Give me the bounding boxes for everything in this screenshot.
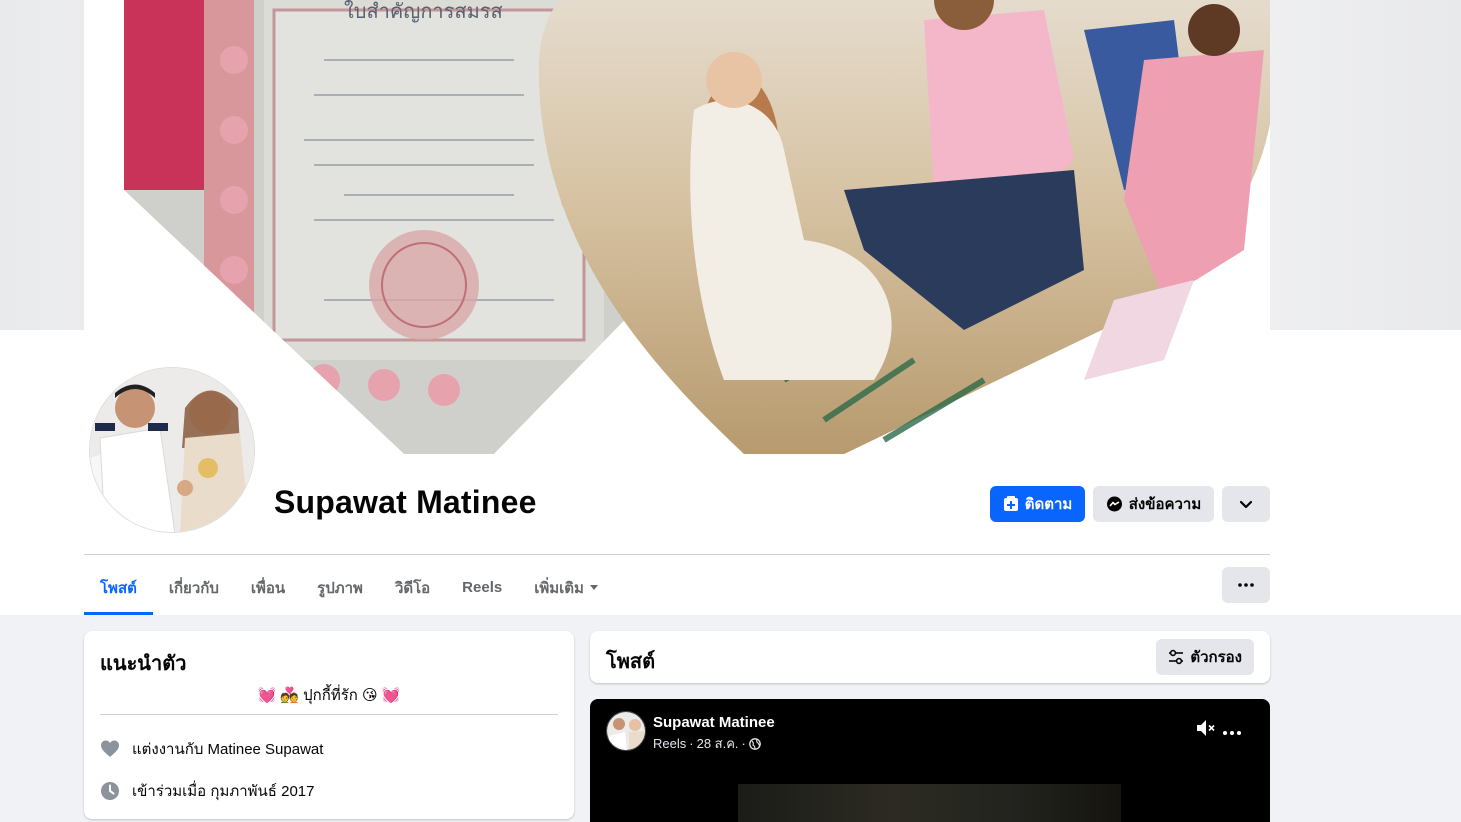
- follow-label: ติดตาม: [1024, 496, 1073, 513]
- posts-title: โพสต์: [606, 651, 656, 673]
- reel-author-name[interactable]: Supawat Matinee: [653, 714, 775, 731]
- follow-button[interactable]: ติดตาม: [990, 486, 1085, 522]
- avatar-photo: [90, 368, 254, 532]
- intro-card: แนะนำตัว 💓 💑 ปุกกี้ที่รัก 😘 💓 แต่งงานกับ…: [84, 631, 574, 819]
- posts-header-card: โพสต์ ตัวกรอง: [590, 631, 1270, 683]
- tab-more-label: เพิ่มเติม: [534, 579, 584, 597]
- more-dots-icon: [1238, 583, 1254, 587]
- filter-button[interactable]: ตัวกรอง: [1156, 639, 1254, 675]
- joined-row: เข้าร่วมเมื่อ กุมภาพันธ์ 2017: [100, 779, 314, 803]
- reel-post[interactable]: Supawat Matinee Reels · 28 ส.ค. ·: [590, 699, 1270, 822]
- tabs-more-options-button[interactable]: [1222, 567, 1270, 603]
- reel-type[interactable]: Reels: [653, 736, 686, 751]
- globe-icon: [749, 737, 761, 750]
- filter-sliders-icon: [1169, 649, 1184, 665]
- tab-about-label: เกี่ยวกับ: [168, 579, 219, 597]
- reel-video-thumbnail[interactable]: [738, 784, 1121, 822]
- mute-button[interactable]: [1195, 718, 1217, 743]
- relationship-prefix: แต่งงานกับ: [132, 741, 204, 758]
- profile-name: Supawat Matinee: [274, 484, 537, 520]
- header-divider: [84, 554, 1270, 555]
- relationship-row: แต่งงานกับ Matinee Supawat: [100, 737, 323, 761]
- intro-bio: 💓 💑 ปุกกี้ที่รัก 😘 💓: [257, 687, 401, 704]
- tab-posts[interactable]: โพสต์: [84, 560, 153, 615]
- heart-icon: [101, 740, 119, 757]
- profile-avatar[interactable]: [86, 364, 258, 536]
- joined-text: เข้าร่วมเมื่อ กุมภาพันธ์ 2017: [132, 783, 315, 800]
- clock-icon: [101, 782, 119, 800]
- cover-photo[interactable]: ใบสำคัญการสมรส: [84, 0, 1270, 454]
- tab-videos-label: วิดีโอ: [394, 579, 431, 597]
- reel-sep-1: ·: [689, 736, 694, 751]
- relationship-partner-link[interactable]: Matinee Supawat: [208, 741, 324, 758]
- intro-divider: [100, 714, 558, 715]
- tab-posts-label: โพสต์: [100, 579, 137, 597]
- tab-reels-label: Reels: [462, 579, 503, 596]
- tab-friends-label: เพื่อน: [250, 579, 286, 597]
- message-label: ส่งข้อความ: [1128, 496, 1202, 513]
- reel-meta: Reels · 28 ส.ค. ·: [653, 733, 761, 754]
- reel-more-options-button[interactable]: [1223, 719, 1241, 740]
- follow-icon: [1003, 496, 1018, 511]
- chevron-down-icon: [1239, 500, 1253, 509]
- filter-label: ตัวกรอง: [1190, 649, 1242, 666]
- tab-photos-label: รูปภาพ: [317, 579, 363, 597]
- intro-title: แนะนำตัว: [100, 653, 187, 675]
- tab-reels[interactable]: Reels: [446, 560, 518, 615]
- tab-photos[interactable]: รูปภาพ: [301, 560, 379, 615]
- reel-avatar-photo: [607, 712, 645, 750]
- caret-down-icon: [589, 585, 598, 590]
- profile-tabs: โพสต์ เกี่ยวกับ เพื่อน รูปภาพ วิดีโอ Ree…: [84, 560, 614, 615]
- reel-date[interactable]: 28 ส.ค.: [697, 733, 739, 754]
- cover-photo-graphic: ใบสำคัญการสมรส: [84, 0, 1270, 454]
- profile-header: ใบสำคัญการสมรส Supawat Matinee ติดตาม ส่…: [0, 0, 1461, 615]
- tab-about[interactable]: เกี่ยวกับ: [153, 560, 235, 615]
- tab-friends[interactable]: เพื่อน: [235, 560, 301, 615]
- profile-options-button[interactable]: [1222, 486, 1270, 522]
- message-button[interactable]: ส่งข้อความ: [1093, 486, 1214, 522]
- reel-sep-2: ·: [741, 736, 746, 751]
- more-dots-icon: [1223, 731, 1241, 735]
- svg-text:ใบสำคัญการสมรส: ใบสำคัญการสมรส: [344, 0, 503, 23]
- reel-author-avatar[interactable]: [606, 711, 646, 751]
- tab-more[interactable]: เพิ่มเติม: [518, 560, 614, 615]
- tab-videos[interactable]: วิดีโอ: [379, 560, 446, 615]
- muted-speaker-icon: [1197, 720, 1215, 736]
- messenger-icon: [1106, 496, 1122, 511]
